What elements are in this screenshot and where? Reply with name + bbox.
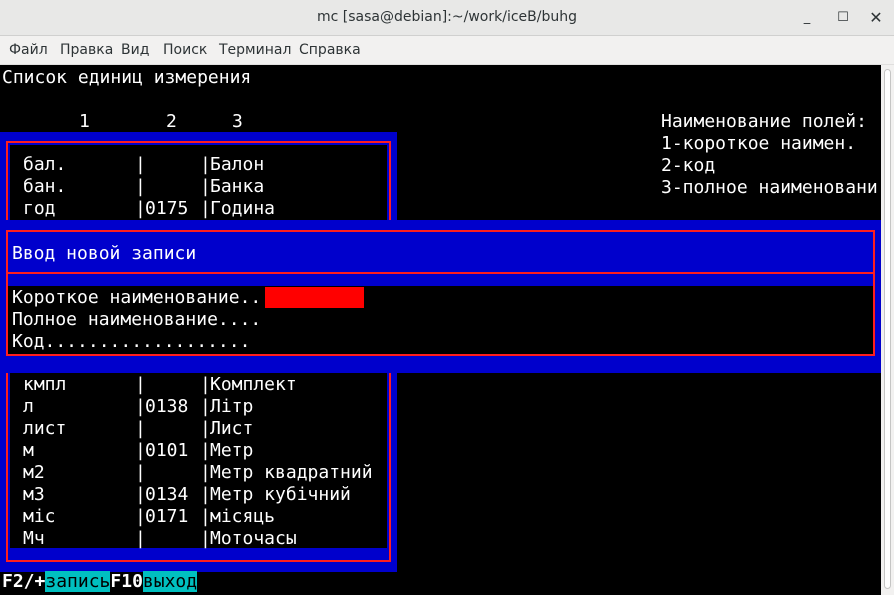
scrollbar-thumb[interactable] <box>884 69 891 589</box>
column-number-2: 2 <box>166 111 177 132</box>
field-code-label: Код................... <box>12 331 251 352</box>
window-title: mc [sasa@debian]:~/work/iceB/buhg <box>317 9 577 25</box>
cell-short: міс <box>23 506 56 527</box>
cell-short: л <box>23 396 34 417</box>
cell-short: бал. <box>23 154 67 175</box>
menu-terminal[interactable]: Терминал <box>219 42 291 58</box>
full-name-input[interactable] <box>265 309 364 330</box>
cell-short: м2 <box>23 462 45 483</box>
cell-separator: | <box>135 462 146 483</box>
cell-full: Метр квадратний <box>210 462 373 483</box>
legend-line-3: 3-полное наименовани <box>661 177 878 198</box>
cell-separator: | <box>135 418 146 439</box>
hotkey-f2[interactable]: F2/+ <box>2 571 45 592</box>
menu-bar: Файл Правка Вид Поиск Терминал Справка <box>0 36 894 65</box>
cell-code: 0101 <box>145 440 189 461</box>
cell-full: Метр <box>210 440 254 461</box>
cell-code: 0175 <box>145 198 189 219</box>
window-titlebar: mc [sasa@debian]:~/work/iceB/buhg _ ☐ ✕ <box>0 0 894 36</box>
menu-view[interactable]: Вид <box>121 42 149 58</box>
menu-search[interactable]: Поиск <box>163 42 207 58</box>
cell-separator: | <box>135 176 146 197</box>
legend-title: Наименование полей: <box>661 111 867 132</box>
cell-short: Мч <box>23 528 45 549</box>
menu-help[interactable]: Справка <box>299 42 361 58</box>
screen-heading: Список единиц измерения <box>2 67 252 88</box>
cell-full: Комплект <box>210 374 297 395</box>
cell-full: місяць <box>210 506 276 527</box>
terminal-scrollbar[interactable] <box>881 65 894 595</box>
legend-line-1: 1-короткое наимен. <box>661 133 857 154</box>
hotkey-f2-action[interactable]: запись <box>45 571 111 592</box>
cell-code: 0134 <box>145 484 189 505</box>
field-full-label: Полное наименование.... <box>12 309 262 330</box>
field-short-label: Короткое наименование.. <box>12 287 262 308</box>
close-icon[interactable]: ✕ <box>866 8 886 28</box>
cell-full: Банка <box>210 176 265 197</box>
cell-short: м <box>23 440 34 461</box>
menu-edit[interactable]: Правка <box>60 42 113 58</box>
minimize-icon[interactable]: _ <box>797 8 817 28</box>
cell-separator: | <box>135 154 146 175</box>
legend-line-2: 2-код <box>661 155 716 176</box>
cell-short: м3 <box>23 484 45 505</box>
cell-code: 0138 <box>145 396 189 417</box>
cell-full: Година <box>210 198 276 219</box>
list-footer-bar <box>10 548 387 558</box>
cell-full: Балон <box>210 154 265 175</box>
dialog-divider <box>8 272 873 274</box>
dialog-title: Ввод новой записи <box>12 243 197 264</box>
hotkey-f10[interactable]: F10 <box>110 571 143 592</box>
hotkey-f10-action[interactable]: выход <box>142 571 198 592</box>
cell-separator: | <box>135 528 146 549</box>
short-name-input[interactable] <box>265 287 364 308</box>
maximize-icon[interactable]: ☐ <box>833 8 853 28</box>
cell-short: бан. <box>23 176 67 197</box>
cell-full: Літр <box>210 396 254 417</box>
column-number-3: 3 <box>232 111 243 132</box>
cell-full: Метр кубічний <box>210 484 351 505</box>
column-number-1: 1 <box>79 111 90 132</box>
cell-short: кмпл <box>23 374 67 395</box>
cell-code: 0171 <box>145 506 189 527</box>
cell-full: Моточасы <box>210 528 297 549</box>
cell-separator: | <box>135 374 146 395</box>
cell-short: год <box>23 198 56 219</box>
menu-file[interactable]: Файл <box>9 42 48 58</box>
cell-full: Лист <box>210 418 254 439</box>
cell-short: лист <box>23 418 67 439</box>
terminal-screen[interactable]: Список единиц измерения 1 2 3 Наименован… <box>0 65 881 595</box>
code-input[interactable] <box>265 331 364 352</box>
hotkey-bar: F2/+записьF10выход <box>2 571 198 593</box>
